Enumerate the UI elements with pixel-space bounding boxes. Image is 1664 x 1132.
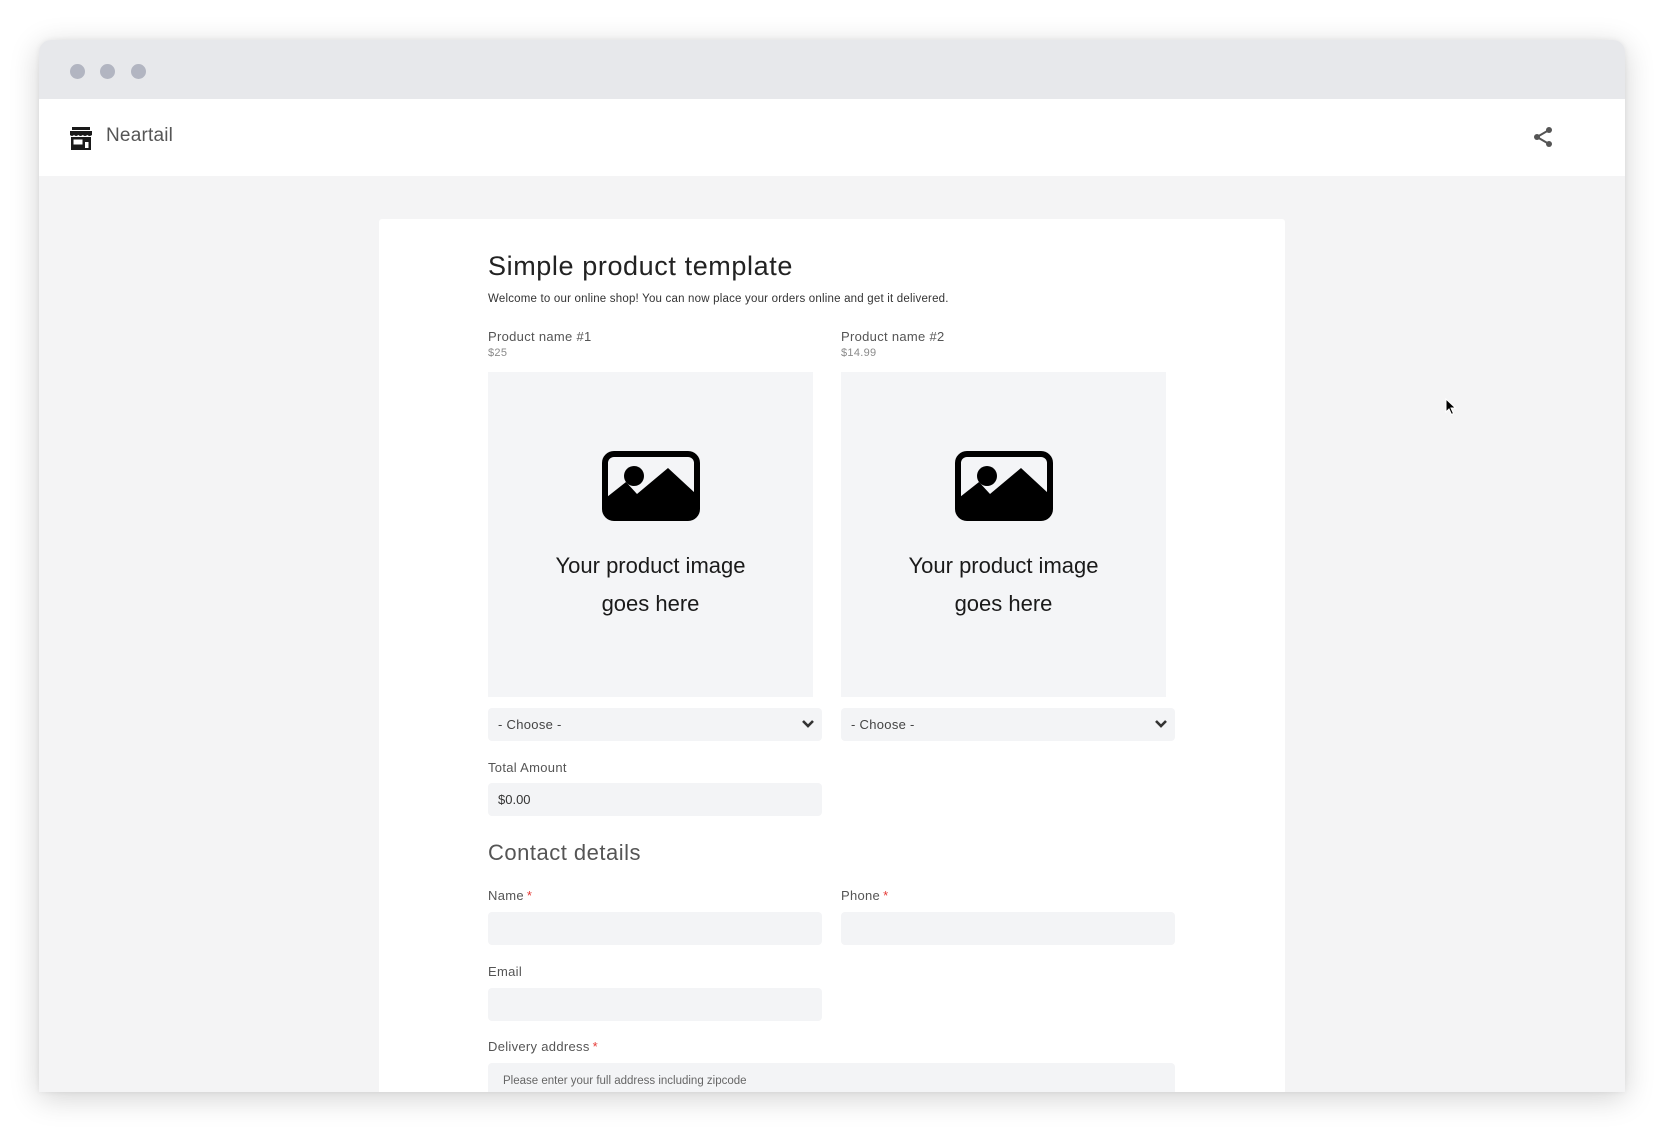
- total-amount-value: $0.00: [498, 792, 531, 807]
- brand-name[interactable]: Neartail: [106, 125, 173, 147]
- image-placeholder-icon: [602, 451, 700, 521]
- email-label: Email: [488, 964, 523, 979]
- product-image: Your product image goes here: [841, 372, 1166, 697]
- mouse-pointer-icon: [1445, 398, 1457, 416]
- window-minimize-button[interactable]: [100, 64, 115, 79]
- chevron-down-icon: [1155, 720, 1167, 728]
- phone-label-text: Phone: [841, 888, 881, 903]
- product-name: Product name #1: [488, 329, 592, 344]
- phone-label: Phone *: [841, 888, 888, 903]
- product-card: Product name #2 $14.99 Your product imag…: [841, 329, 1175, 741]
- share-icon[interactable]: [1531, 125, 1555, 149]
- page-content: Simple product template Welcome to our o…: [39, 176, 1625, 1092]
- product-price: $14.99: [841, 347, 877, 359]
- image-placeholder-text: Your product image goes here: [841, 547, 1166, 623]
- form-title: Simple product template: [488, 251, 793, 281]
- window-maximize-button[interactable]: [131, 64, 146, 79]
- required-mark: *: [592, 1039, 598, 1054]
- browser-window: Neartail Simple product template Welcome…: [39, 40, 1625, 1092]
- placeholder-line-2: goes here: [601, 591, 700, 616]
- name-input[interactable]: [488, 912, 822, 945]
- product-name: Product name #2: [841, 329, 945, 344]
- required-mark: *: [883, 888, 889, 903]
- delivery-address-textarea[interactable]: Please enter your full address including…: [488, 1063, 1175, 1092]
- placeholder-line-1: Your product image: [908, 553, 1099, 578]
- name-label: Name *: [488, 888, 532, 903]
- total-amount-label: Total Amount: [488, 760, 567, 775]
- product-image: Your product image goes here: [488, 372, 813, 697]
- address-placeholder: Please enter your full address including…: [503, 1075, 747, 1087]
- image-placeholder-icon: [955, 451, 1053, 521]
- select-value: - Choose -: [851, 717, 915, 732]
- order-form-card: Simple product template Welcome to our o…: [379, 219, 1457, 1092]
- image-placeholder-text: Your product image goes here: [488, 547, 813, 623]
- product-2-quantity-select[interactable]: - Choose -: [841, 708, 1175, 741]
- window-close-button[interactable]: [70, 64, 85, 79]
- phone-input[interactable]: [841, 912, 1175, 945]
- product-1-quantity-select[interactable]: - Choose -: [488, 708, 822, 741]
- form-description: Welcome to our online shop! You can now …: [488, 293, 949, 305]
- required-mark: *: [526, 888, 533, 903]
- select-value: - Choose -: [498, 717, 562, 732]
- app-header: Neartail: [39, 99, 1625, 176]
- store-icon: [70, 127, 92, 150]
- email-input[interactable]: [488, 988, 822, 1021]
- name-label-text: Name: [488, 888, 524, 903]
- product-card: Product name #1 $25 Your product image g…: [488, 329, 822, 741]
- chevron-down-icon: [802, 720, 814, 728]
- product-price: $25: [488, 347, 508, 359]
- address-label-text: Delivery address: [488, 1039, 590, 1054]
- delivery-address-label: Delivery address *: [488, 1039, 598, 1054]
- placeholder-line-1: Your product image: [555, 553, 746, 578]
- total-amount-field[interactable]: $0.00: [488, 783, 822, 816]
- placeholder-line-2: goes here: [954, 591, 1053, 616]
- contact-details-heading: Contact details: [488, 840, 642, 865]
- window-titlebar: [39, 40, 1625, 99]
